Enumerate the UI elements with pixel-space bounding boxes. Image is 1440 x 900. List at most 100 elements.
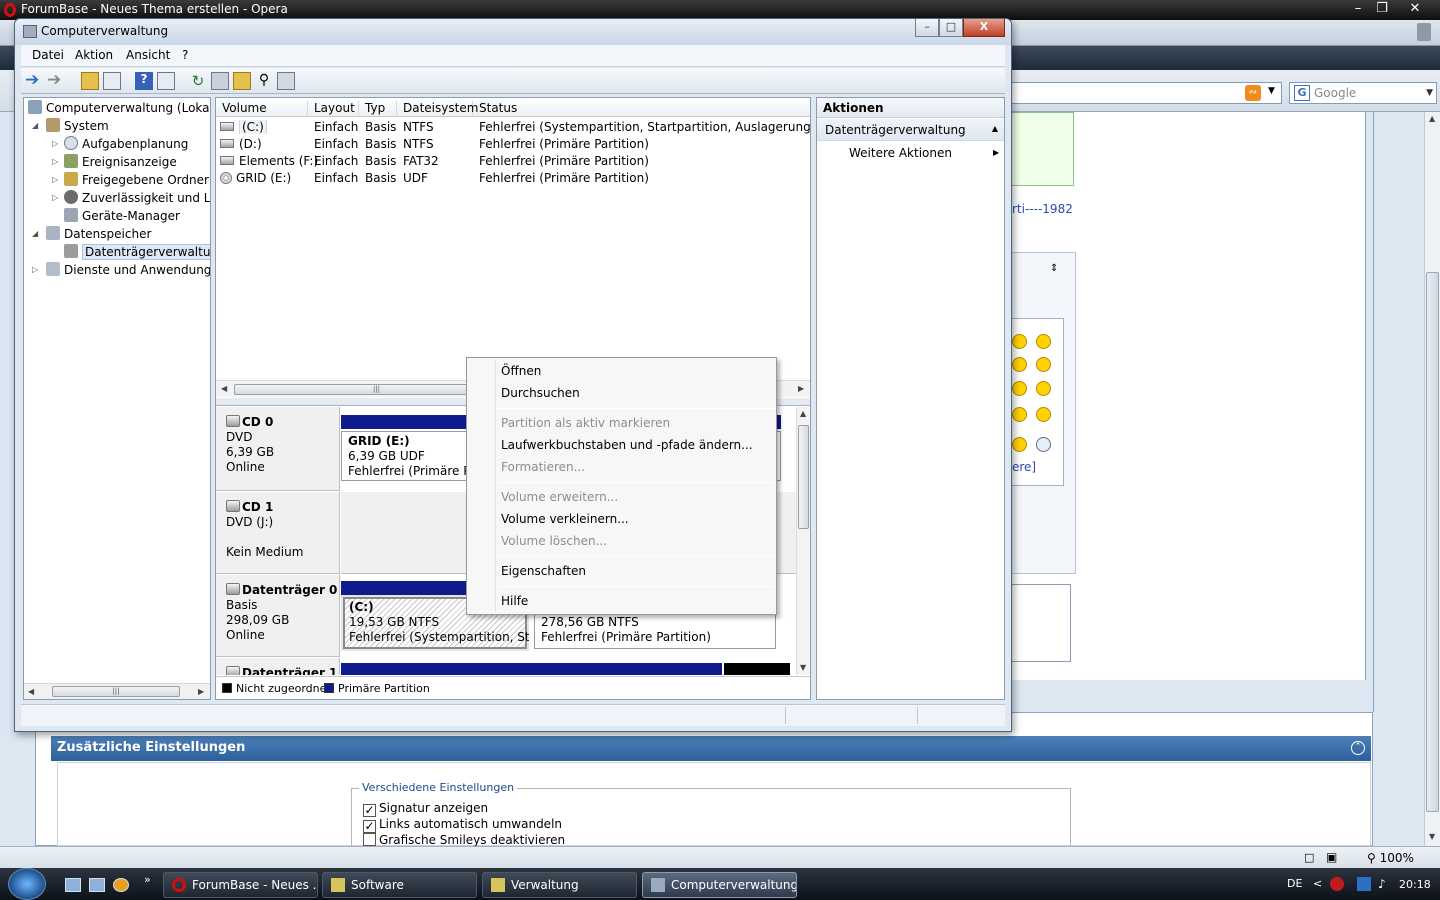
column-layout[interactable]: Layout — [308, 101, 359, 117]
tree-item-geraete-manager[interactable]: Geräte-Manager — [64, 208, 180, 226]
scroll-up-icon[interactable]: ▲ — [800, 409, 806, 418]
scrollbar-thumb[interactable]: ||| — [52, 686, 180, 697]
opera-close-button[interactable]: ✕ — [1402, 0, 1428, 18]
trash-icon[interactable] — [1417, 23, 1431, 41]
collapsed-icon[interactable]: ▷ — [32, 265, 38, 274]
disk-label-disk1[interactable]: Datenträger 1 — [216, 658, 340, 675]
start-button[interactable] — [8, 868, 46, 900]
disk-label-cd0[interactable]: CD 0 DVD 6,39 GB Online — [216, 407, 340, 491]
address-input[interactable] — [1010, 82, 1282, 104]
panel-icon[interactable]: □ — [1304, 851, 1314, 864]
collapsed-icon[interactable]: ▷ — [52, 193, 58, 202]
user-link[interactable]: rti----1982 — [1012, 202, 1073, 216]
actions-section[interactable]: Datenträgerverwaltung ▲ — [817, 119, 1004, 141]
maximize-button[interactable]: □ — [939, 19, 963, 37]
console-tree-icon[interactable] — [103, 72, 121, 90]
disk-vertical-scrollbar[interactable]: ▲ ▼ — [796, 407, 810, 675]
table-row[interactable]: (D:) Einfach Basis NTFS Fehlerfrei (Prim… — [216, 136, 810, 153]
search-dropdown-icon[interactable]: ▼ — [1426, 83, 1433, 103]
scroll-down-icon[interactable]: ▼ — [800, 663, 806, 672]
table-row[interactable]: Elements (F:) Einfach Basis FAT32 Fehler… — [216, 153, 810, 170]
show-desktop-icon[interactable] — [65, 878, 81, 892]
option-links[interactable]: ✓ Links automatisch umwandeln — [363, 817, 562, 833]
checkbox-checked[interactable]: ✓ — [363, 820, 376, 833]
tree-item-ereignisanzeige[interactable]: ▷ Ereignisanzeige — [52, 154, 177, 172]
menu-item-hilfe[interactable]: Hilfe — [501, 594, 528, 612]
expanded-icon[interactable]: ◢ — [32, 229, 38, 238]
more-actions[interactable]: Weitere Aktionen — [849, 146, 952, 160]
scroll-right-icon[interactable]: ▶ — [198, 687, 204, 696]
tree-item-datentraegerverwaltung[interactable]: Datenträgerverwaltung — [64, 244, 210, 262]
network-icon[interactable] — [1357, 877, 1371, 891]
menu-aktion[interactable]: Aktion — [75, 48, 113, 62]
antivirus-icon[interactable] — [1330, 877, 1344, 891]
collapsed-icon[interactable]: ▷ — [52, 157, 58, 166]
menu-item-volume-loeschen[interactable]: Volume löschen... — [501, 534, 607, 552]
submenu-arrow-icon[interactable]: ▶ — [993, 148, 999, 157]
task-software[interactable]: Software — [322, 872, 477, 898]
tree-item-aufgabenplanung[interactable]: ▷ Aufgabenplanung — [52, 136, 188, 154]
table-row[interactable]: GRID (E:) Einfach Basis UDF Fehlerfrei (… — [216, 170, 810, 187]
tree-item-computer[interactable]: Computerverwaltung (Lokal) — [28, 100, 210, 118]
scrollbar-thumb[interactable] — [1426, 272, 1439, 812]
menu-datei[interactable]: Datei — [32, 48, 64, 62]
task-opera[interactable]: ForumBase - Neues ... — [163, 872, 318, 898]
open-folder-icon[interactable] — [233, 72, 251, 90]
collapsed-icon[interactable]: ▷ — [52, 175, 58, 184]
close-button[interactable]: X — [963, 19, 1005, 37]
menu-item-oeffnen[interactable]: Öffnen — [501, 364, 541, 382]
menu-item-formatieren[interactable]: Formatieren... — [501, 460, 585, 478]
zoom-level[interactable]: ⚲ 100% — [1367, 851, 1414, 865]
settings-icon[interactable] — [277, 72, 295, 90]
collapsed-icon[interactable]: ▷ — [52, 139, 58, 148]
opera-minimize-button[interactable]: – — [1345, 0, 1371, 18]
smiley-icon[interactable] — [1012, 381, 1027, 396]
column-volume[interactable]: Volume — [216, 101, 308, 117]
tree-item-freigegebene-ordner[interactable]: ▷ Freigegebene Ordner — [52, 172, 209, 190]
camera-icon[interactable]: ▣ — [1326, 850, 1337, 864]
primary-partition-bar[interactable] — [341, 663, 722, 675]
language-indicator[interactable]: DE — [1287, 877, 1302, 890]
tree-item-datenspeicher[interactable]: ◢ Datenspeicher — [32, 226, 151, 244]
scroll-left-icon[interactable]: ◀ — [221, 384, 227, 393]
column-status[interactable]: Status — [473, 101, 810, 117]
collapse-icon[interactable]: ⇕ — [1050, 263, 1058, 274]
smiley-icon[interactable] — [1036, 381, 1051, 396]
tree-item-system[interactable]: ◢ System — [32, 118, 109, 136]
scroll-left-icon[interactable]: ◀ — [28, 687, 34, 696]
minimize-button[interactable]: – — [915, 19, 939, 37]
info-icon[interactable] — [113, 878, 129, 892]
clock[interactable]: 20:18 — [1399, 878, 1431, 891]
tree-item-zuverlaessigkeit[interactable]: ▷ Zuverlässigkeit und Leis — [52, 190, 210, 208]
table-row[interactable]: (C:) Einfach Basis NTFS Fehlerfrei (Syst… — [216, 119, 810, 136]
smiley-icon[interactable] — [1036, 334, 1051, 349]
column-dateisystem[interactable]: Dateisystem — [397, 101, 478, 117]
scrollbar-thumb[interactable] — [798, 425, 809, 529]
smiley-icon[interactable] — [1036, 357, 1051, 372]
rss-feed-icon[interactable]: ∾ — [1245, 85, 1261, 101]
task-computerverwaltung[interactable]: Computerverwaltung — [642, 872, 797, 898]
smiley-icon[interactable] — [1012, 357, 1027, 372]
window-title-bar[interactable]: Computerverwaltung – □ X — [15, 19, 1011, 45]
smiley-icon[interactable] — [1012, 407, 1027, 422]
smiley-icon[interactable] — [1036, 437, 1051, 452]
menu-item-partition-aktiv[interactable]: Partition als aktiv markieren — [501, 416, 670, 434]
collapse-icon[interactable]: ˆ — [1351, 741, 1365, 755]
scroll-up-icon[interactable]: ▲ — [1429, 114, 1435, 123]
forward-arrow-icon[interactable]: ➔ — [47, 72, 65, 90]
menu-ansicht[interactable]: Ansicht — [126, 48, 170, 62]
checkbox-checked[interactable]: ✓ — [363, 804, 376, 817]
properties-icon[interactable] — [211, 72, 229, 90]
search-input[interactable]: G Google ▼ — [1289, 82, 1437, 104]
expanded-icon[interactable]: ◢ — [32, 121, 38, 130]
disk-label-disk0[interactable]: Datenträger 0 Basis 298,09 GB Online — [216, 575, 340, 657]
action-pane-icon[interactable] — [157, 72, 175, 90]
checkbox[interactable] — [363, 833, 376, 846]
chevron-left-icon[interactable]: < — [1313, 877, 1327, 891]
menu-item-laufwerkbuchstaben[interactable]: Laufwerkbuchstaben und -pfade ändern... — [501, 438, 753, 456]
smiley-icon[interactable] — [1012, 437, 1027, 452]
up-folder-icon[interactable] — [81, 72, 99, 90]
menu-help[interactable]: ? — [182, 48, 188, 62]
collapse-arrow-icon[interactable]: ▲ — [992, 124, 998, 133]
more-smileys-link[interactable]: ere] — [1012, 460, 1036, 474]
